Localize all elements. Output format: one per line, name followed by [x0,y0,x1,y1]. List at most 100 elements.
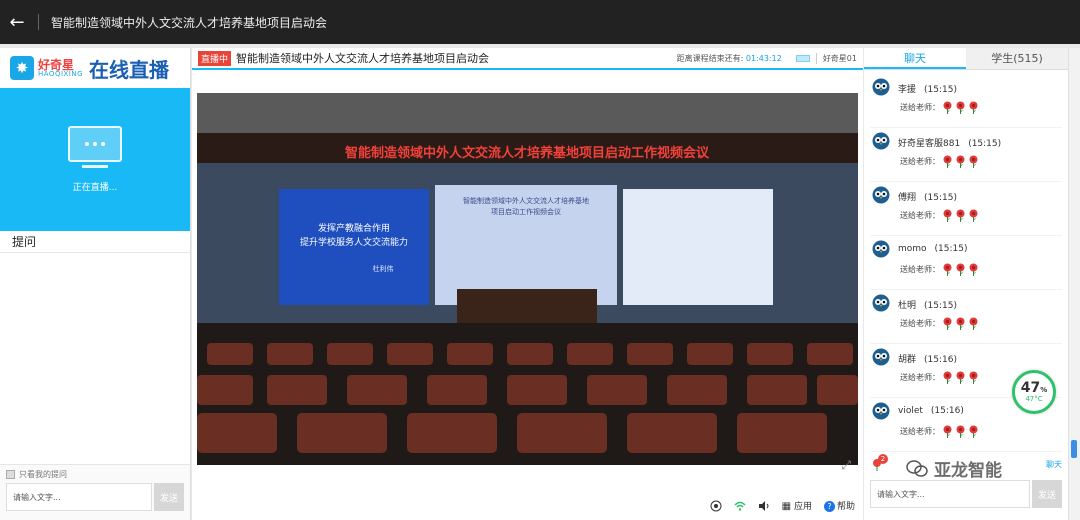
watermark-text: 亚龙智能 [934,461,1002,481]
message-time: (15:15) [968,139,1002,149]
chat-scrollbar[interactable] [1068,48,1080,520]
rose-icon [943,317,952,330]
question-send-button[interactable]: 发送 [154,483,184,511]
owl-avatar-icon [872,402,890,420]
gift-text: 送给老师： [900,265,940,274]
chat-message: momo (15:15) 送给老师： [870,236,1062,290]
screen-left-line2: 提升学校服务人文交流能力 [300,236,408,248]
question-input[interactable]: 请输入文字... [6,483,152,511]
only-mine-label: 只看我的提问 [19,469,67,479]
gauge-temp: 47°C [1025,395,1043,403]
gauge-percent-unit: % [1040,386,1048,394]
countdown-value: 01:43:12 [745,53,782,63]
chat-message: 杜明 (15:15) 送给老师： [870,290,1062,344]
help-icon: ? [823,501,835,512]
tab-chat[interactable]: 聊天 [864,48,966,69]
performance-gauge: 47% 47°C [1012,370,1056,414]
player-header: 直播中 智能制造领域中外人文交流人才培养基地项目启动会 距离课程结束还有: 01… [192,48,863,70]
wechat-watermark: 亚龙智能 [906,456,1002,481]
apps-button[interactable]: ▦ 应用 [782,499,812,512]
chat-panel: 聊天 学生(515) 李援 (15:15) 送给老师： 好奇星客服881 (15:15)… [864,48,1068,520]
gift-badge: 2 [878,454,888,464]
only-mine-filter[interactable]: 只看我的提问 [0,465,190,483]
left-panel: ✸ 好奇星 HAOQIXING 在线直播 正在直播... 提问 只看我的提问 请… [0,48,191,520]
message-sender: 好奇星客服881 [898,139,961,149]
owl-avatar-icon [872,132,890,150]
rose-icon [969,209,978,222]
live-status-box: 正在直播... [0,88,190,231]
owl-avatar-icon [872,186,890,204]
message-sender: violet [898,406,923,416]
owl-avatar-icon [872,240,890,258]
broadcast-icon[interactable] [710,500,722,512]
gift-text: 送给老师： [900,427,940,436]
rose-icon [956,263,965,276]
gift-text: 送给老师： [900,211,940,220]
chat-tabs: 聊天 学生(515) [864,48,1068,70]
logo-en-text: HAOQIXING [38,69,84,78]
message-sender: 傅翔 [898,193,917,203]
owl-avatar-icon [872,348,890,366]
gift-text: 送给老师： [900,157,940,166]
username: 好奇星01 [815,52,857,64]
brand-logo: ✸ 好奇星 HAOQIXING 在线直播 [0,48,190,88]
player-area: 直播中 智能制造领域中外人文交流人才培养基地项目启动会 距离课程结束还有: 01… [192,48,863,520]
rose-icon [969,101,978,114]
rose-icon [943,425,952,438]
rose-icon [969,425,978,438]
gift-text: 送给老师： [900,373,940,382]
video-stream[interactable]: 智能制造领域中外人文交流人才培养基地项目启动工作视频会议 发挥产教融合作用 提升… [197,93,858,465]
tab-students[interactable]: 学生(515) [966,48,1068,69]
banner-text: 智能制造领域中外人文交流人才培养基地项目启动工作视频会议 [345,145,710,161]
wifi-icon[interactable] [734,500,746,512]
monitor-icon [68,126,122,162]
screen-center-line2: 项目启动工作视频会议 [491,207,561,216]
questions-title: 提问 [0,231,190,253]
message-time: (15:15) [924,193,957,203]
scrollbar-thumb[interactable] [1071,440,1077,458]
volume-icon[interactable] [758,500,770,512]
help-label: 帮助 [836,502,855,512]
gauge-percent: 47 [1020,380,1041,396]
message-sender: 杜明 [898,301,917,311]
page-title: 智能制造领域中外人文交流人才培养基地项目启动会 [51,15,328,30]
chat-message: 李援 (15:15) 送给老师： [870,74,1062,128]
screen-center-line1: 智能制造领域中外人文交流人才培养基地 [463,196,589,205]
screen-left-name: 杜利伟 [373,264,394,273]
owl-avatar-icon [872,78,890,96]
star-logo-icon: ✸ [10,56,34,80]
rose-icon [956,155,965,168]
rose-icon [943,371,952,384]
chat-button[interactable]: 聊天 [1046,459,1062,470]
chat-send-button[interactable]: 发送 [1032,480,1062,508]
chat-message: 好奇星客服881 (15:15) 送给老师： [870,128,1062,182]
rose-icon [969,371,978,384]
gift-icon[interactable]: 2 [870,454,888,471]
rose-icon [943,155,952,168]
checkbox[interactable] [6,469,15,479]
rose-icon [969,263,978,276]
signal-icon [795,54,810,62]
chat-input[interactable]: 请输入文字... [870,480,1030,508]
rose-icon [956,209,965,222]
message-time: (15:16) [924,355,957,365]
rose-icon [943,209,952,222]
arrow-left-icon[interactable]: ← [0,12,34,33]
screen-left-line1: 发挥产教融合作用 [318,222,390,234]
rose-icon [969,317,978,330]
grid-icon: ▦ [781,501,792,512]
rose-icon [969,155,978,168]
fullscreen-icon[interactable]: ⤢ [841,458,851,473]
help-button[interactable]: ? 帮助 [823,499,855,512]
message-time: (15:15) [924,301,957,311]
player-toolbar: ▦ 应用 ? 帮助 [710,499,855,512]
message-time: (15:16) [930,406,964,416]
video-title: 智能制造领域中外人文交流人才培养基地项目启动会 [236,52,490,65]
rose-icon [943,101,952,114]
message-sender: momo [898,244,927,254]
logo-live-text: 在线直播 [89,57,170,82]
top-bar: ← 智能制造领域中外人文交流人才培养基地项目启动会 [0,0,1080,44]
live-badge: 直播中 [198,50,232,66]
owl-avatar-icon [872,294,890,312]
chat-message: 傅翔 (15:15) 送给老师： [870,182,1062,236]
